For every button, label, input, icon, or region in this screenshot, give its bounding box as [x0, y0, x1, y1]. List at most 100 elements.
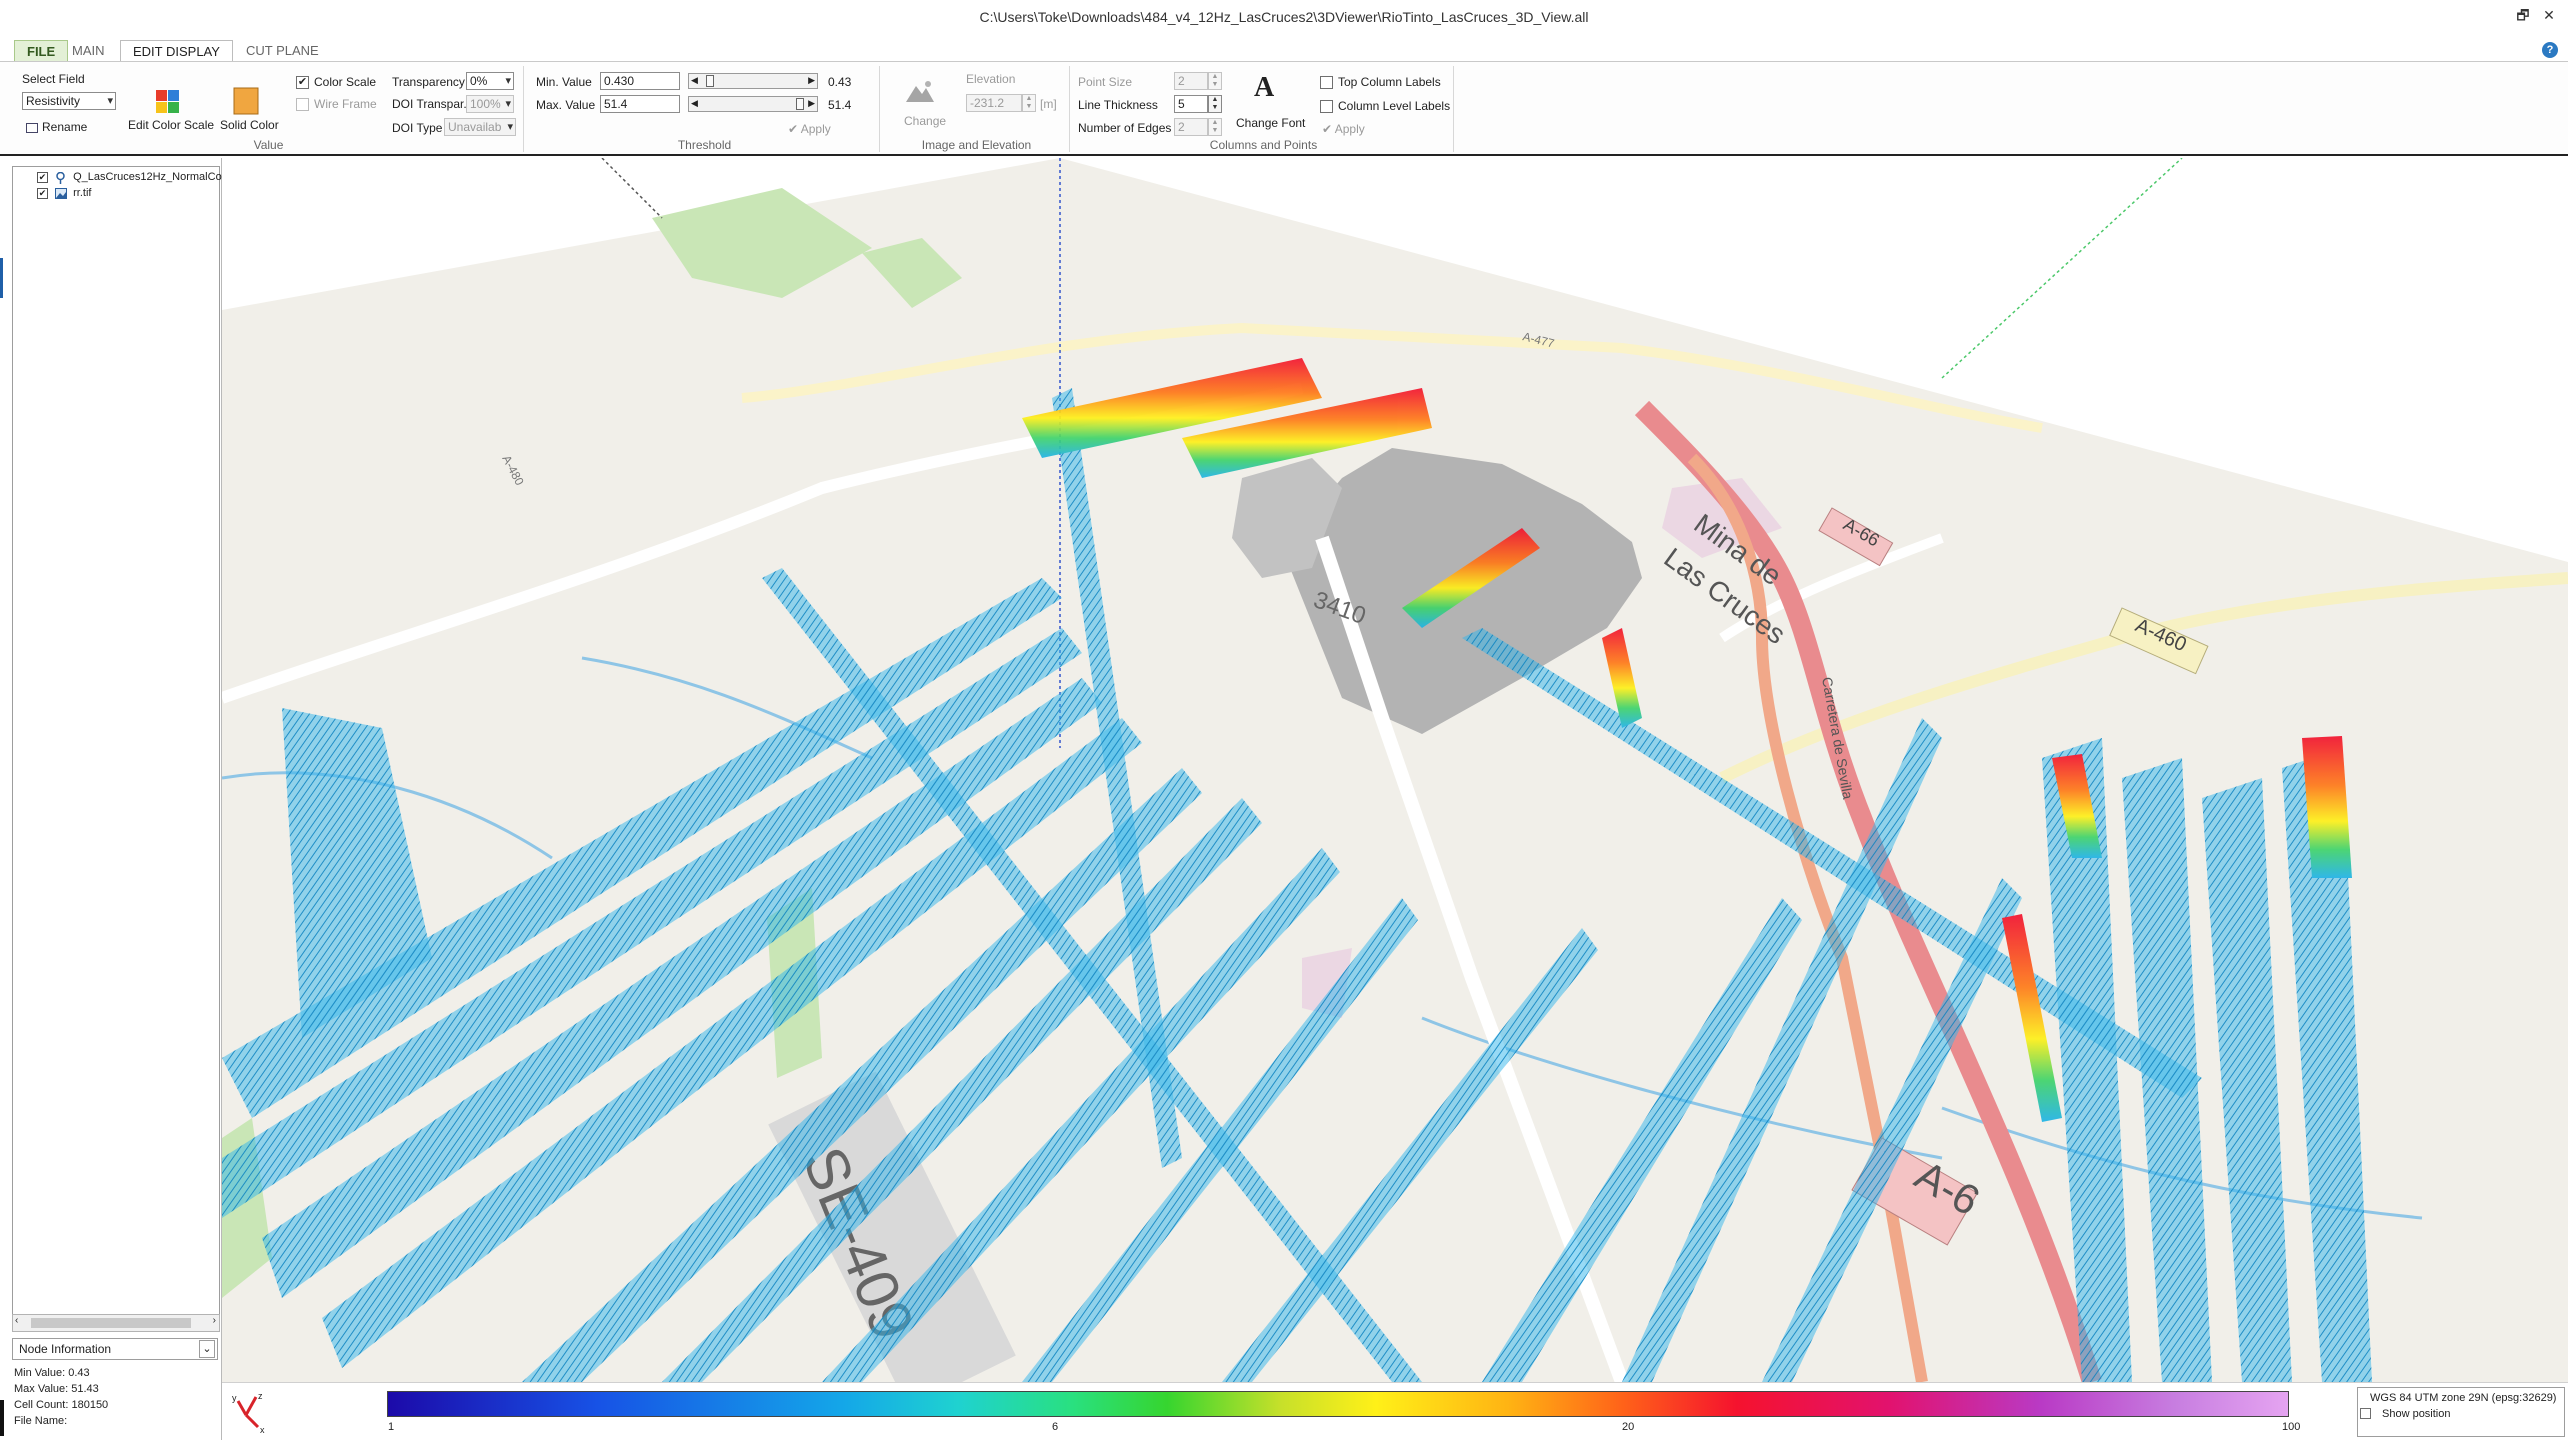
image-elevation-group-label: Image and Elevation — [921, 138, 1032, 152]
left-edge-marker — [0, 258, 3, 298]
doi-type-label: DOI Type — [392, 121, 443, 135]
number-of-edges-spinner[interactable]: ▲ ▼ — [1208, 118, 1222, 136]
top-column-labels-checkbox[interactable] — [1320, 76, 1333, 89]
slider-left-arrow-icon: ◀ — [691, 75, 698, 85]
columns-points-group-label: Columns and Points — [1209, 138, 1318, 152]
tab-edit-display[interactable]: EDIT DISPLAY — [120, 40, 233, 62]
show-position-checkbox[interactable] — [2360, 1408, 2371, 1419]
elevation-unit: [m] — [1040, 97, 1057, 111]
tree-item-checkbox[interactable]: ✔ — [37, 187, 48, 199]
colorbar-tick-20: 20 — [1622, 1421, 1635, 1433]
node-cell-count: Cell Count: 180150 — [14, 1399, 109, 1411]
slider-left-arrow-icon: ◀ — [691, 98, 698, 108]
change-font-button[interactable]: Change Font — [1236, 116, 1305, 130]
column-level-labels-checkbox[interactable] — [1320, 100, 1333, 113]
max-value-slider[interactable]: ◀ ▶ — [688, 96, 818, 112]
font-icon[interactable]: A — [1254, 72, 1274, 104]
ribbon: Select Field Resistivity Rename Edit Col… — [0, 61, 2568, 156]
solid-color-icon[interactable] — [232, 86, 260, 115]
tree-item-label: Q_LasCruces12Hz_NormalColl_ — [73, 171, 233, 183]
node-information-dropdown[interactable]: Node Information ⌄ — [12, 1338, 218, 1360]
tree-item-checkbox[interactable]: ✔ — [37, 171, 48, 183]
doi-type-dropdown[interactable]: Unavailab — [444, 118, 516, 136]
node-min-value: Min Value: 0.43 — [14, 1367, 90, 1379]
tree-horizontal-scrollbar[interactable]: ‹ › — [12, 1314, 220, 1332]
number-of-edges-input[interactable]: 2 — [1174, 118, 1208, 136]
rename-label: Rename — [42, 120, 88, 134]
value-group: Select Field Resistivity Rename Edit Col… — [14, 66, 524, 152]
window-title: C:\Users\Toke\Downloads\484_v4_12Hz_LasC… — [979, 9, 1589, 25]
tab-cut-plane[interactable]: CUT PLANE — [234, 40, 331, 62]
axes-orientation-icon[interactable]: z x y — [226, 1387, 276, 1437]
node-information-label: Node Information — [19, 1342, 112, 1356]
min-value-slider[interactable]: ◀ ▶ — [688, 73, 818, 89]
chevron-down-icon[interactable]: ⌄ — [199, 1340, 215, 1358]
min-slider-thumb[interactable] — [706, 75, 714, 87]
line-thickness-input[interactable]: 5 — [1174, 95, 1208, 113]
max-slider-thumb[interactable] — [796, 98, 804, 110]
image-elevation-group: Change Elevation -231.2 ▲ ▼ [m] Image and… — [884, 66, 1070, 152]
scroll-right-icon[interactable]: › — [213, 1315, 216, 1326]
colorbar-tick-1: 1 — [388, 1421, 395, 1433]
tree-item-label: rr.tif — [73, 187, 92, 199]
line-thickness-spinner[interactable]: ▲ ▼ — [1208, 95, 1222, 113]
solid-color-button[interactable]: Solid Color — [220, 118, 279, 132]
bottom-bar: z x y 1 6 20 100 WGS 84 UTM zone 29N (ep… — [222, 1382, 2568, 1440]
crs-panel: WGS 84 UTM zone 29N (epsg:32629) Show po… — [2357, 1387, 2565, 1437]
node-file-name: File Name: — [14, 1415, 68, 1427]
left-edge-marker-bottom — [0, 1400, 4, 1436]
threshold-group: Min. Value 0.430 ◀ ▶ 0.43 Max. Value 51.… — [530, 66, 880, 152]
min-value-input[interactable]: 0.430 — [600, 72, 680, 90]
transparency-dropdown[interactable]: 0% — [466, 72, 514, 90]
slider-right-arrow-icon: ▶ — [808, 75, 815, 85]
layer-tree: ✔ Q_LasCruces12Hz_NormalColl_ ✔ rr.tif — [12, 166, 233, 1316]
point-size-input[interactable]: 2 — [1174, 72, 1208, 90]
rename-icon — [26, 122, 38, 133]
select-field-dropdown[interactable]: Resistivity — [22, 92, 116, 110]
axis-z-label: z — [258, 1391, 263, 1401]
wire-frame-checkbox[interactable] — [296, 98, 309, 111]
edit-color-scale-icon[interactable] — [154, 88, 182, 116]
edit-color-scale-button[interactable]: Edit Color Scale — [128, 118, 214, 132]
point-size-spinner[interactable]: ▲ ▼ — [1208, 72, 1222, 90]
column-level-labels-label: Column Level Labels — [1338, 99, 1451, 113]
close-button[interactable]: ✕ — [2538, 4, 2560, 26]
terrain-image-icon[interactable] — [904, 78, 934, 106]
tree-item-model[interactable]: ✔ Q_LasCruces12Hz_NormalColl_ — [15, 169, 233, 185]
top-column-labels-label: Top Column Labels — [1338, 75, 1441, 89]
checkmark-icon: ✔ — [788, 122, 799, 136]
tab-main[interactable]: MAIN — [60, 40, 117, 62]
help-icon[interactable]: ? — [2542, 42, 2558, 58]
max-value-input[interactable]: 51.4 — [600, 95, 680, 113]
rename-button[interactable]: Rename — [26, 120, 87, 134]
select-field-label: Select Field — [22, 72, 85, 86]
change-image-button[interactable]: Change — [904, 114, 946, 128]
show-position-label: Show position — [2382, 1408, 2451, 1420]
image-icon — [55, 187, 68, 199]
tree-item-image[interactable]: ✔ rr.tif — [15, 185, 91, 201]
doi-transparency-dropdown[interactable]: 100% — [466, 95, 514, 113]
transparency-label: Transparency — [392, 75, 465, 89]
axis-x-label: x — [260, 1425, 265, 1435]
checkmark-icon: ✔ — [1322, 122, 1333, 136]
pin-icon — [55, 171, 66, 184]
number-of-edges-label: Number of Edges — [1078, 121, 1172, 135]
elevation-spinner[interactable]: ▲ ▼ — [1022, 94, 1036, 112]
threshold-apply-label: Apply — [800, 122, 831, 136]
window-title-bar: C:\Users\Toke\Downloads\484_v4_12Hz_LasC… — [0, 0, 2568, 34]
ribbon-tabs: FILE MAIN EDIT DISPLAY CUT PLANE ? — [0, 36, 2568, 62]
threshold-apply-button[interactable]: ✔ Apply — [788, 122, 831, 136]
min-value-label: Min. Value — [536, 75, 592, 89]
scroll-left-icon[interactable]: ‹ — [15, 1315, 18, 1326]
3d-viewport[interactable]: Mina de Las Cruces A-460 A-66 A-6 SE-409… — [222, 158, 2568, 1382]
line-thickness-label: Line Thickness — [1078, 98, 1158, 112]
crs-label: WGS 84 UTM zone 29N (epsg:32629) — [2370, 1392, 2557, 1404]
scroll-thumb[interactable] — [31, 1318, 191, 1328]
color-scale-checkbox[interactable]: ✔ — [296, 76, 309, 89]
color-scale-label: Color Scale — [314, 75, 377, 89]
elevation-input[interactable]: -231.2 — [966, 94, 1022, 112]
colorbar-tick-6: 6 — [1052, 1421, 1059, 1433]
columns-apply-button[interactable]: ✔ Apply — [1322, 122, 1365, 136]
restore-button[interactable]: 🗗 — [2512, 4, 2534, 26]
value-group-label: Value — [253, 138, 284, 152]
